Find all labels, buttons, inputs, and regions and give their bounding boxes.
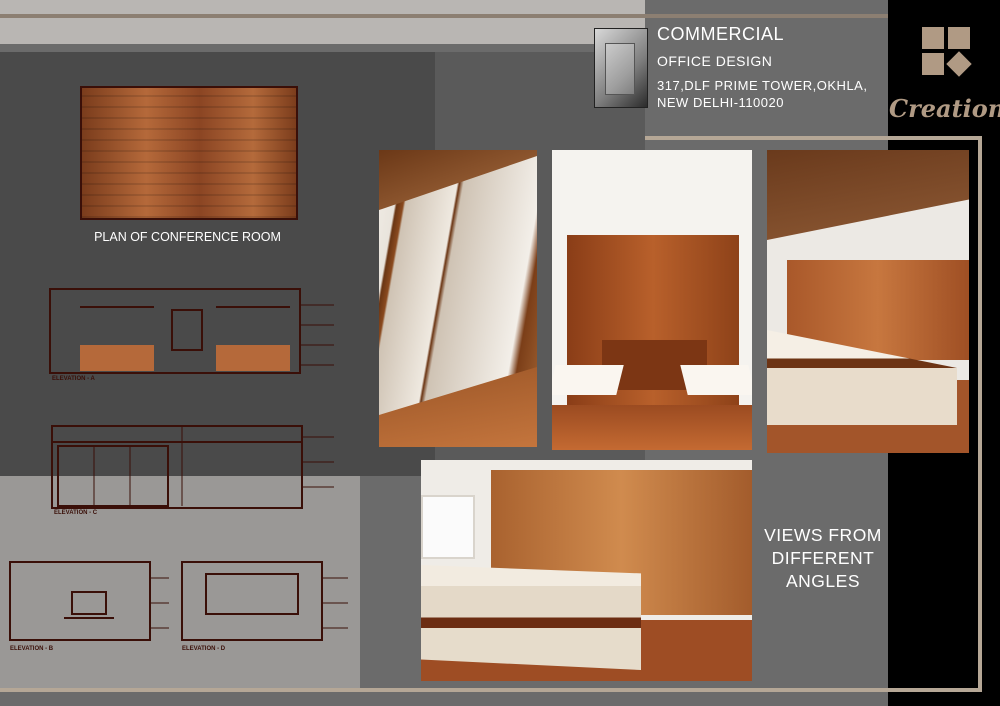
- address-line-1: 317,DLF PRIME TOWER,OKHLA,: [657, 78, 868, 93]
- views-line-2: DIFFERENT: [771, 548, 875, 568]
- elevation-d-label: ELEVATION - D: [182, 646, 226, 652]
- elevation-a-label: ELEVATION - A: [52, 376, 95, 382]
- elevation-a-drawing: [49, 288, 334, 374]
- photo-conference-wide: [421, 460, 752, 681]
- elevation-b-drawing: [9, 561, 169, 641]
- photo-glass-partition: [379, 150, 537, 447]
- elevation-d-drawing: [181, 561, 348, 641]
- top-accent-line: [0, 14, 890, 18]
- photo-conference-side: [767, 150, 969, 453]
- project-subtitle: OFFICE DESIGN: [657, 53, 773, 69]
- bottom-line: [0, 688, 982, 692]
- logo-text: Creations: [889, 94, 1000, 123]
- frame-line-horizontal: [645, 136, 982, 140]
- frame-line-vertical: [978, 136, 982, 691]
- header-thumbnail-image: [594, 28, 648, 108]
- top-band: [0, 0, 645, 44]
- views-line-3: ANGLES: [786, 571, 860, 591]
- plan-label: PLAN OF CONFERENCE ROOM: [94, 230, 281, 244]
- elevation-b-label: ELEVATION - B: [10, 646, 54, 652]
- elevation-c-label: ELEVATION - C: [54, 510, 98, 516]
- project-title: COMMERCIAL: [657, 24, 785, 44]
- address-line-2: NEW DELHI-110020: [657, 95, 784, 110]
- elevation-c-drawing: [51, 425, 334, 509]
- photo-conference-front: [552, 150, 752, 450]
- views-caption: VIEWS FROM DIFFERENT ANGLES: [748, 524, 898, 593]
- conference-room-plan: [80, 86, 298, 220]
- views-line-1: VIEWS FROM: [764, 525, 882, 545]
- logo-mark-icon: [922, 27, 972, 83]
